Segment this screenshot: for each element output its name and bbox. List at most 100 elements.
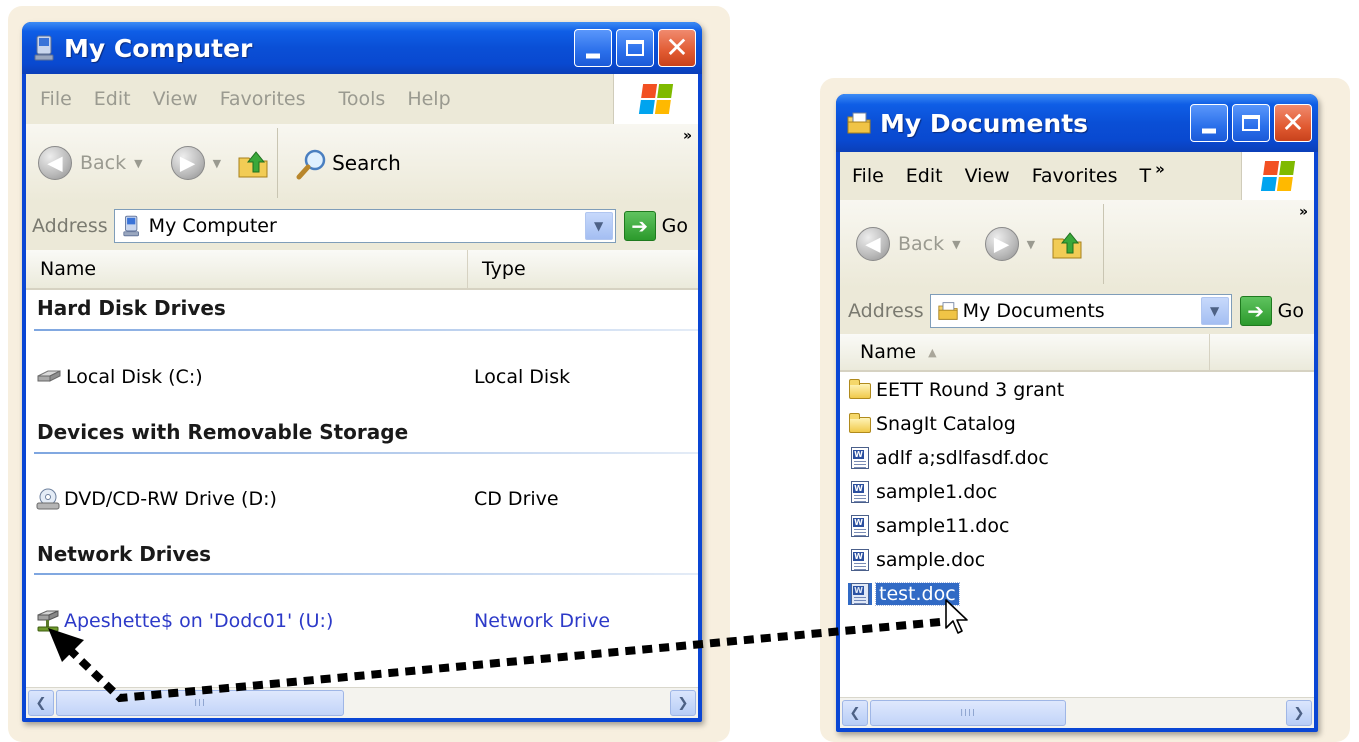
horizontal-scrollbar[interactable]: ❮ III ❯ xyxy=(26,687,698,718)
horizontal-scrollbar[interactable]: ❮ IIII ❯ xyxy=(840,697,1314,728)
menu-file[interactable]: File xyxy=(840,165,895,187)
menu-tools-truncated[interactable]: T xyxy=(1129,165,1156,187)
windows-logo xyxy=(1241,152,1314,200)
address-label: Address xyxy=(848,300,924,322)
scroll-thumb[interactable]: III xyxy=(56,690,344,716)
windows-flag-icon xyxy=(638,84,674,114)
file-list[interactable]: Name Type Hard Disk Drives Local Disk (C… xyxy=(26,250,698,718)
toolbar-overflow-chevron[interactable]: » xyxy=(683,128,692,144)
standard-toolbar: ◀ Back ▼ ▶ ▼ Search » xyxy=(26,124,698,203)
column-name[interactable]: Name ▲ xyxy=(840,334,1210,370)
windows-logo xyxy=(613,74,698,124)
menu-view[interactable]: View xyxy=(954,165,1021,187)
scroll-left-button[interactable]: ❮ xyxy=(842,700,868,726)
forward-button[interactable]: ▶ ▼ xyxy=(984,227,1035,261)
close-icon: ✕ xyxy=(1281,106,1305,139)
my-documents-icon xyxy=(937,301,959,321)
word-doc-icon: W xyxy=(848,447,872,469)
sort-ascending-icon: ▲ xyxy=(928,345,937,359)
my-computer-titlebar[interactable]: My Computer ✕ xyxy=(22,22,702,74)
address-value: My Documents xyxy=(962,300,1105,322)
my-documents-client: File Edit View Favorites T » ◀ Back ▼ ▶ … xyxy=(840,152,1314,728)
forward-button[interactable]: ▶ ▼ xyxy=(170,146,221,180)
menu-favorites[interactable]: Favorites xyxy=(209,88,317,110)
windows-flag-icon xyxy=(1260,161,1296,191)
search-button[interactable]: Search xyxy=(296,148,401,180)
list-item[interactable]: W sample11.doc xyxy=(840,510,1314,542)
column-empty[interactable] xyxy=(1210,334,1314,370)
scroll-right-button[interactable]: ❯ xyxy=(1286,700,1312,726)
maximize-icon xyxy=(626,40,644,56)
address-value: My Computer xyxy=(148,215,277,237)
list-item-selected[interactable]: W test.doc xyxy=(840,578,1314,610)
back-dropdown-icon[interactable]: ▼ xyxy=(134,157,142,170)
maximize-button[interactable] xyxy=(1232,104,1270,142)
address-dropdown-icon[interactable]: ▼ xyxy=(584,212,613,240)
my-computer-window[interactable]: My Computer ✕ File Edit View Favorites T… xyxy=(22,22,702,722)
list-item[interactable]: SnagIt Catalog xyxy=(840,408,1314,440)
forward-arrow-icon: ▶ xyxy=(984,227,1019,261)
folder-icon xyxy=(848,379,872,401)
address-bar: Address My Documents ▼ ➔ Go xyxy=(840,288,1314,335)
menu-overflow-chevron[interactable]: » xyxy=(1155,160,1165,178)
back-button[interactable]: ◀ Back ▼ xyxy=(38,146,143,180)
forward-dropdown-icon[interactable]: ▼ xyxy=(213,157,221,170)
menu-tools[interactable]: Tools xyxy=(317,88,397,110)
minimize-icon xyxy=(1202,128,1216,134)
minimize-button[interactable] xyxy=(1190,104,1228,142)
go-button[interactable]: ➔ Go xyxy=(623,211,688,241)
close-button[interactable]: ✕ xyxy=(1274,104,1312,142)
cd-drive-icon xyxy=(36,487,60,511)
menu-view[interactable]: View xyxy=(142,88,209,110)
go-button[interactable]: ➔ Go xyxy=(1239,296,1304,326)
my-documents-icon xyxy=(846,111,872,135)
column-name[interactable]: Name xyxy=(26,250,468,288)
toolbar-overflow-chevron[interactable]: » xyxy=(1299,204,1308,220)
menu-bar: File Edit View Favorites Tools Help xyxy=(26,74,698,125)
address-dropdown-icon[interactable]: ▼ xyxy=(1200,297,1229,325)
menu-edit[interactable]: Edit xyxy=(83,88,142,110)
menu-file[interactable]: File xyxy=(26,88,83,110)
menu-edit[interactable]: Edit xyxy=(895,165,954,187)
menu-favorites[interactable]: Favorites xyxy=(1021,165,1129,187)
list-item[interactable]: W adlf a;sdlfasdf.doc xyxy=(840,442,1314,474)
address-input[interactable]: My Documents ▼ xyxy=(929,294,1232,328)
up-folder-icon[interactable] xyxy=(235,148,271,178)
up-folder-icon[interactable] xyxy=(1049,229,1085,259)
group-header: Network Drives xyxy=(37,542,212,566)
list-item[interactable]: DVD/CD-RW Drive (D:) CD Drive xyxy=(26,484,698,514)
list-item[interactable]: Apeshette$ on 'Dodc01' (U:) Network Driv… xyxy=(26,606,698,636)
back-button[interactable]: ◀ Back ▼ xyxy=(856,227,961,261)
group-divider xyxy=(34,329,698,331)
menu-bar: File Edit View Favorites T » xyxy=(840,152,1314,201)
list-item[interactable]: Local Disk (C:) Local Disk xyxy=(26,362,698,392)
scroll-right-button[interactable]: ❯ xyxy=(670,690,696,716)
my-documents-titlebar[interactable]: My Documents ✕ xyxy=(836,94,1318,152)
minimize-button[interactable] xyxy=(574,29,612,67)
maximize-button[interactable] xyxy=(616,29,654,67)
folder-icon xyxy=(848,413,872,435)
search-label: Search xyxy=(332,151,401,175)
file-list[interactable]: Name ▲ EETT Round 3 grant SnagIt Catalog xyxy=(840,334,1314,728)
scroll-thumb[interactable]: IIII xyxy=(870,700,1066,726)
forward-dropdown-icon[interactable]: ▼ xyxy=(1027,238,1035,251)
group-divider xyxy=(34,573,698,575)
address-input[interactable]: My Computer ▼ xyxy=(113,209,616,243)
column-type[interactable]: Type xyxy=(468,250,698,288)
toolbar-separator xyxy=(1103,204,1105,284)
word-doc-icon: W xyxy=(848,583,872,605)
menu-help[interactable]: Help xyxy=(396,88,461,110)
my-documents-window[interactable]: My Documents ✕ File Edit View Favorites … xyxy=(836,94,1318,732)
list-item[interactable]: EETT Round 3 grant xyxy=(840,374,1314,406)
hard-disk-icon xyxy=(36,368,62,386)
window-title: My Computer xyxy=(64,33,253,63)
list-item[interactable]: W sample1.doc xyxy=(840,476,1314,508)
minimize-icon xyxy=(586,53,600,59)
toolbar-separator xyxy=(277,128,279,198)
go-label: Go xyxy=(661,215,688,237)
go-arrow-icon: ➔ xyxy=(1239,296,1272,326)
scroll-left-button[interactable]: ❮ xyxy=(28,690,54,716)
list-item[interactable]: W sample.doc xyxy=(840,544,1314,576)
close-button[interactable]: ✕ xyxy=(658,29,696,67)
back-dropdown-icon[interactable]: ▼ xyxy=(952,238,960,251)
